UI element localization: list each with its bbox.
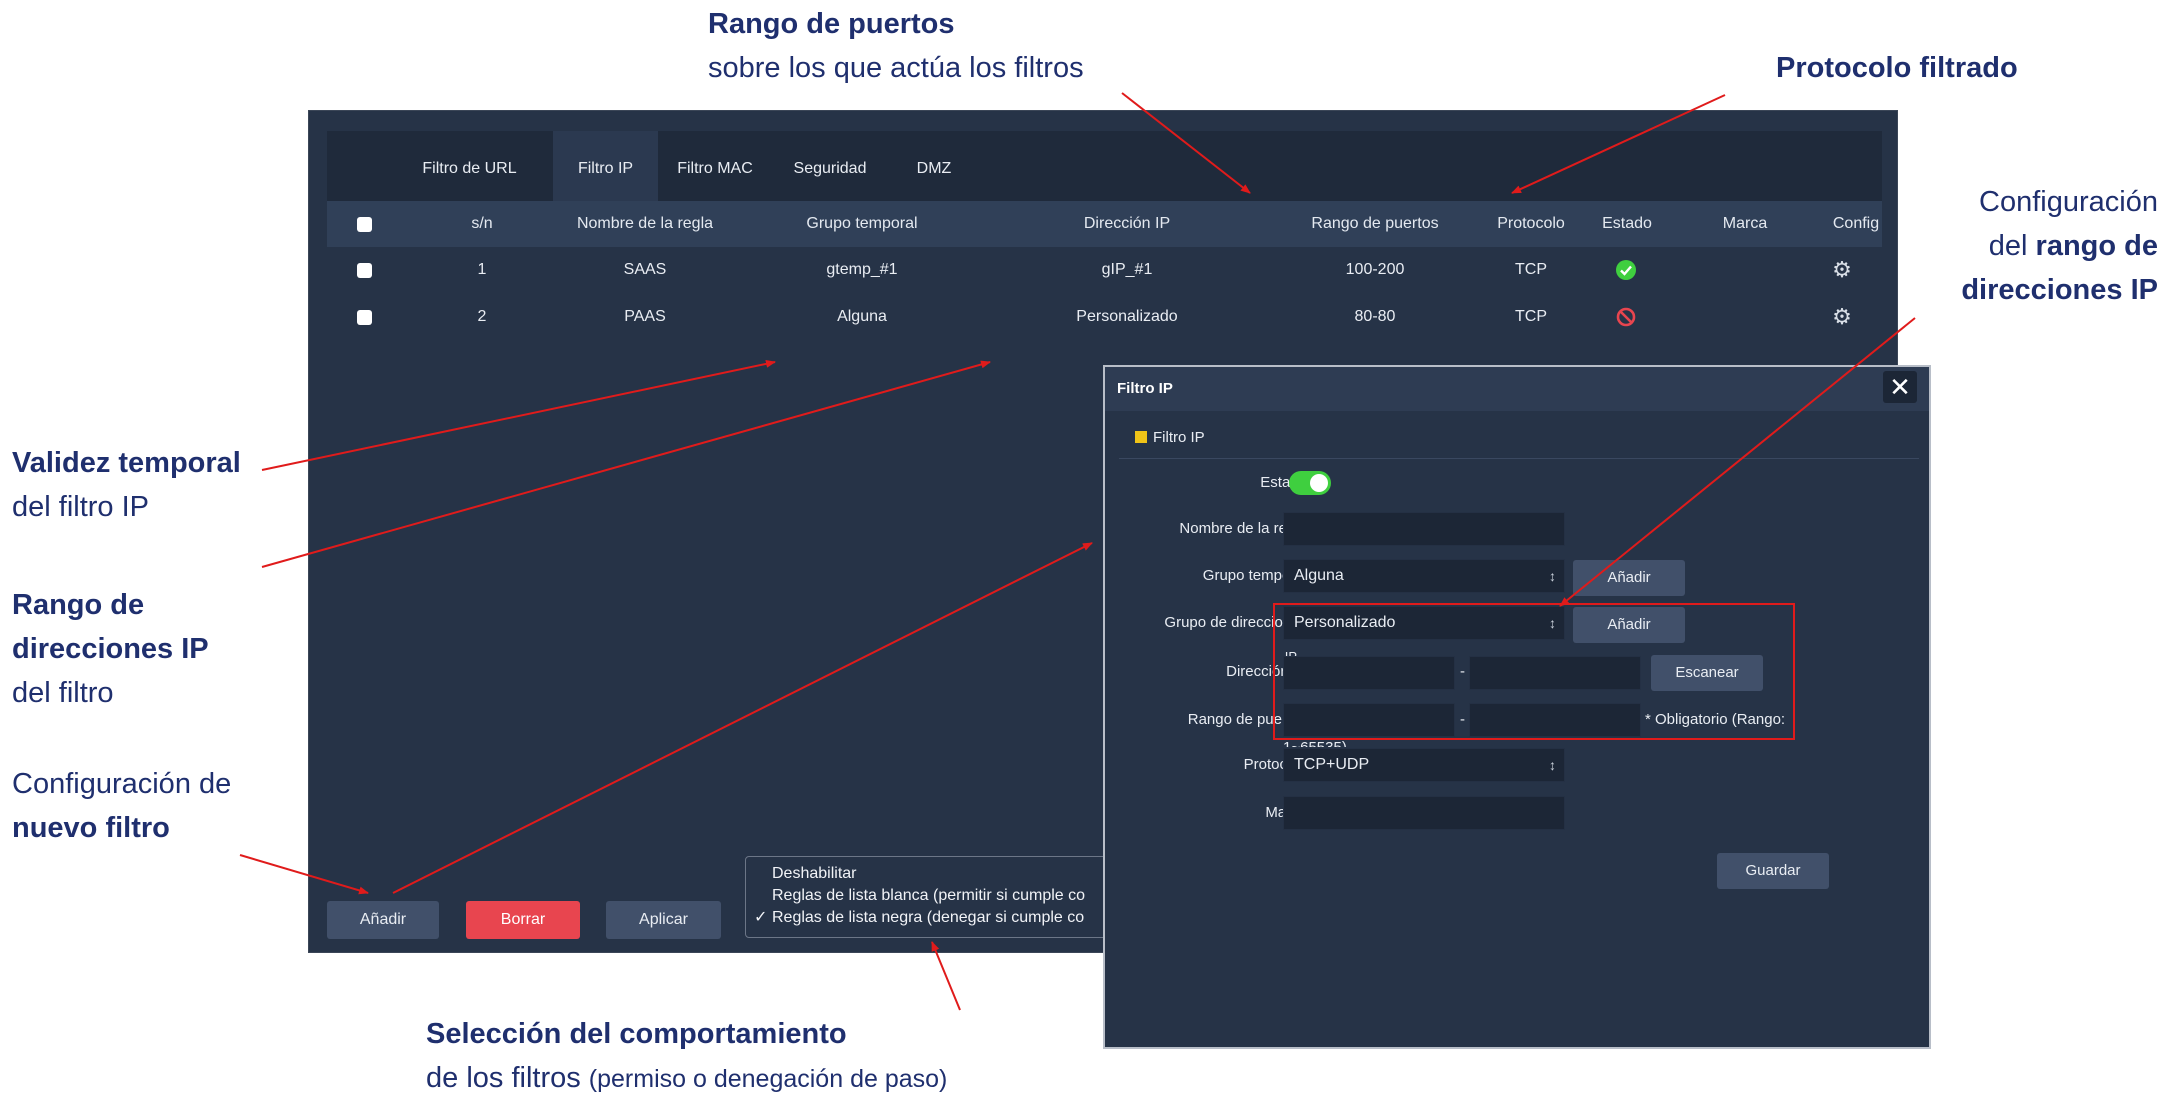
ports-arrow xyxy=(1121,92,1251,194)
ip-config-arrow xyxy=(1559,317,1916,607)
dialog-arrow xyxy=(392,542,1093,894)
validity-arrow xyxy=(261,359,776,471)
annotation-arrows xyxy=(239,92,1916,1011)
protocol-arrow xyxy=(1511,94,1726,194)
behaviour-arrow xyxy=(931,941,961,1011)
new-filter-arrow xyxy=(239,854,369,895)
